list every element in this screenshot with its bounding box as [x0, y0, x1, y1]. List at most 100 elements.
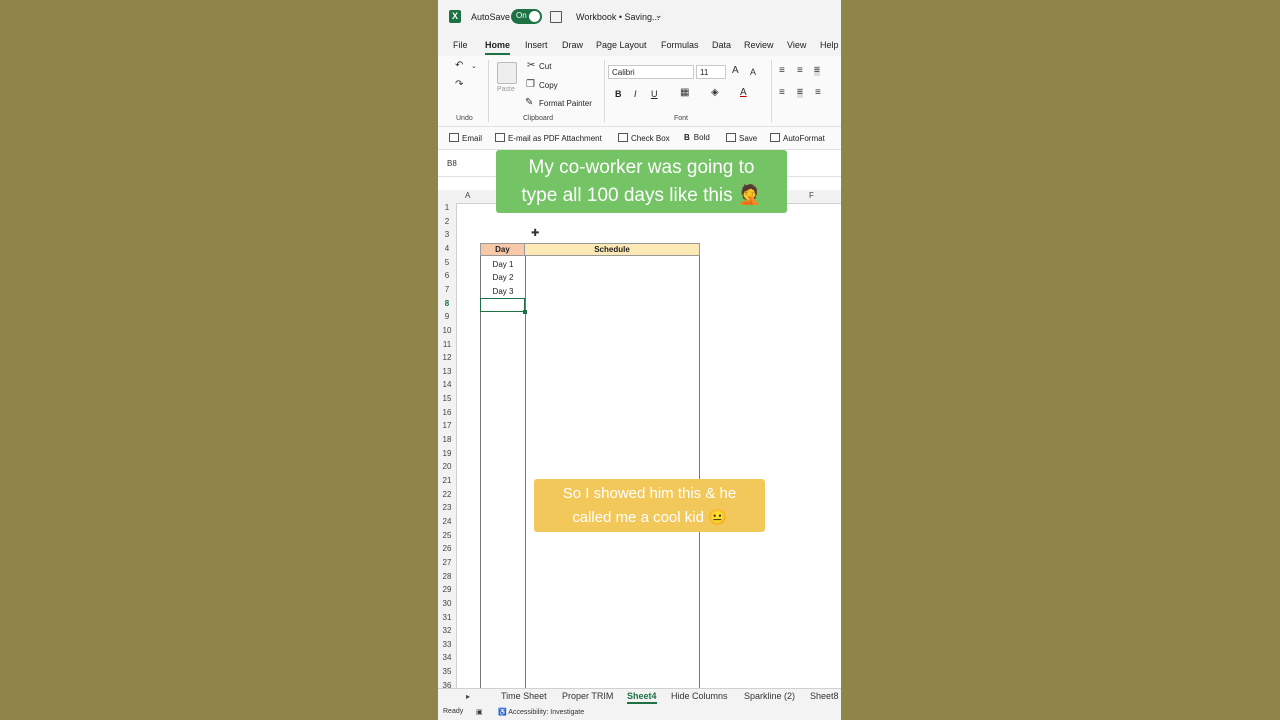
tab-review[interactable]: Review: [744, 40, 774, 50]
increase-font-icon[interactable]: A: [732, 66, 739, 76]
save-icon[interactable]: [550, 11, 562, 23]
autoformat-button[interactable]: AutoFormat: [770, 133, 825, 143]
name-box[interactable]: B8: [447, 159, 457, 168]
row-header[interactable]: 33: [438, 640, 456, 654]
align-right-icon[interactable]: ≡: [815, 88, 821, 98]
bold-qat-button[interactable]: B Bold: [684, 133, 710, 142]
paste-icon[interactable]: [497, 62, 517, 84]
underline-button[interactable]: U: [651, 89, 658, 99]
copy-button[interactable]: Copy: [539, 81, 558, 90]
check-box-button[interactable]: Check Box: [618, 133, 670, 143]
cut-button[interactable]: Cut: [539, 62, 551, 71]
row-header[interactable]: 9: [438, 312, 456, 326]
header-day[interactable]: Day: [480, 243, 525, 256]
align-center-icon[interactable]: ≡: [797, 88, 803, 98]
autosave-toggle[interactable]: On: [511, 9, 542, 24]
column-header-a[interactable]: A: [465, 191, 470, 200]
row-header[interactable]: 1: [438, 203, 456, 217]
font-size-select[interactable]: 11: [696, 65, 726, 79]
font-color-icon[interactable]: A: [740, 88, 747, 98]
tab-draw[interactable]: Draw: [562, 40, 583, 50]
row-header[interactable]: 4: [438, 244, 456, 258]
align-middle-icon[interactable]: ≡: [797, 66, 803, 76]
row-header[interactable]: 12: [438, 353, 456, 367]
email-button[interactable]: Email: [449, 133, 482, 143]
row-header[interactable]: 35: [438, 667, 456, 681]
paste-label[interactable]: Paste: [497, 86, 515, 93]
font-name-select[interactable]: Calibri: [608, 65, 694, 79]
align-bottom-icon[interactable]: ≡: [814, 66, 820, 76]
row-header[interactable]: 15: [438, 394, 456, 408]
row-header[interactable]: 25: [438, 531, 456, 545]
row-header[interactable]: 11: [438, 340, 456, 354]
row-header[interactable]: 5: [438, 258, 456, 272]
sheet-tab-time-sheet[interactable]: Time Sheet: [501, 691, 547, 701]
fill-color-icon[interactable]: ◈: [711, 88, 719, 98]
day-cell[interactable]: Day 1: [481, 258, 525, 271]
row-header[interactable]: 10: [438, 326, 456, 340]
row-header[interactable]: 31: [438, 613, 456, 627]
row-header[interactable]: 22: [438, 490, 456, 504]
tab-home[interactable]: Home: [485, 40, 511, 55]
sheet-tab-proper-trim[interactable]: Proper TRIM: [562, 691, 613, 701]
row-header[interactable]: 7: [438, 285, 456, 299]
format-painter-button[interactable]: Format Painter: [539, 99, 592, 108]
undo-icon[interactable]: ↶: [455, 61, 463, 71]
redo-icon[interactable]: ↷: [455, 80, 463, 90]
column-header-f[interactable]: F: [809, 191, 814, 200]
row-header[interactable]: 8: [438, 299, 456, 313]
row-header[interactable]: 6: [438, 271, 456, 285]
fill-handle[interactable]: [523, 310, 527, 314]
row-header[interactable]: 19: [438, 449, 456, 463]
cell-mode-icon[interactable]: ▣: [476, 708, 483, 716]
tab-file[interactable]: File: [453, 40, 468, 50]
row-header[interactable]: 29: [438, 585, 456, 599]
tab-view[interactable]: View: [787, 40, 806, 50]
tab-data[interactable]: Data: [712, 40, 731, 50]
workbook-title[interactable]: Workbook • Saving...: [576, 12, 660, 22]
save-qat-button[interactable]: Save: [726, 133, 757, 143]
row-header[interactable]: 2: [438, 217, 456, 231]
align-left-icon[interactable]: ≡: [779, 88, 785, 98]
row-header[interactable]: 23: [438, 503, 456, 517]
row-header[interactable]: 28: [438, 572, 456, 586]
row-header[interactable]: 26: [438, 544, 456, 558]
tab-formulas[interactable]: Formulas: [661, 40, 699, 50]
row-header[interactable]: 16: [438, 408, 456, 422]
sheet-tab-sheet8[interactable]: Sheet8: [810, 691, 839, 701]
row-header[interactable]: 14: [438, 380, 456, 394]
italic-button[interactable]: I: [634, 89, 637, 99]
row-header[interactable]: 17: [438, 421, 456, 435]
row-header[interactable]: 34: [438, 653, 456, 667]
day-cell[interactable]: Day 2: [481, 271, 525, 284]
row-header[interactable]: 27: [438, 558, 456, 572]
spreadsheet-grid[interactable]: A F 1 2 3 4 5 6 7 8 9 10 11 12 13 14 15 16 17 18 19 20 21 22 2…: [438, 177, 841, 688]
row-header[interactable]: 36: [438, 681, 456, 688]
sheet-tab-sparkline[interactable]: Sparkline (2): [744, 691, 795, 701]
row-header[interactable]: 21: [438, 476, 456, 490]
row-header[interactable]: 13: [438, 367, 456, 381]
accessibility-status[interactable]: ♿ Accessibility: Investigate: [498, 708, 584, 716]
header-schedule[interactable]: Schedule: [524, 243, 700, 256]
row-header[interactable]: 20: [438, 462, 456, 476]
sheet-tab-sheet4[interactable]: Sheet4: [627, 691, 657, 704]
chevron-down-icon[interactable]: ⌄: [655, 10, 663, 21]
day-cell[interactable]: Day 3: [481, 285, 525, 298]
play-arrow-icon[interactable]: ▸: [466, 692, 470, 701]
row-header[interactable]: 3: [438, 230, 456, 244]
row-header[interactable]: 18: [438, 435, 456, 449]
borders-icon[interactable]: ▦: [680, 88, 689, 98]
sheet-tab-hide-columns[interactable]: Hide Columns: [671, 691, 728, 701]
tab-insert[interactable]: Insert: [525, 40, 548, 50]
row-header[interactable]: 30: [438, 599, 456, 613]
row-header[interactable]: 24: [438, 517, 456, 531]
selected-cell[interactable]: [480, 298, 525, 312]
decrease-font-icon[interactable]: A: [750, 67, 756, 77]
tab-page-layout[interactable]: Page Layout: [596, 40, 647, 50]
row-header[interactable]: 32: [438, 626, 456, 640]
align-top-icon[interactable]: ≡: [779, 66, 785, 76]
email-pdf-button[interactable]: E-mail as PDF Attachment: [495, 133, 602, 143]
tab-help[interactable]: Help: [820, 40, 839, 50]
undo-dropdown-icon[interactable]: ⌄: [471, 62, 477, 72]
bold-button[interactable]: B: [615, 89, 622, 99]
